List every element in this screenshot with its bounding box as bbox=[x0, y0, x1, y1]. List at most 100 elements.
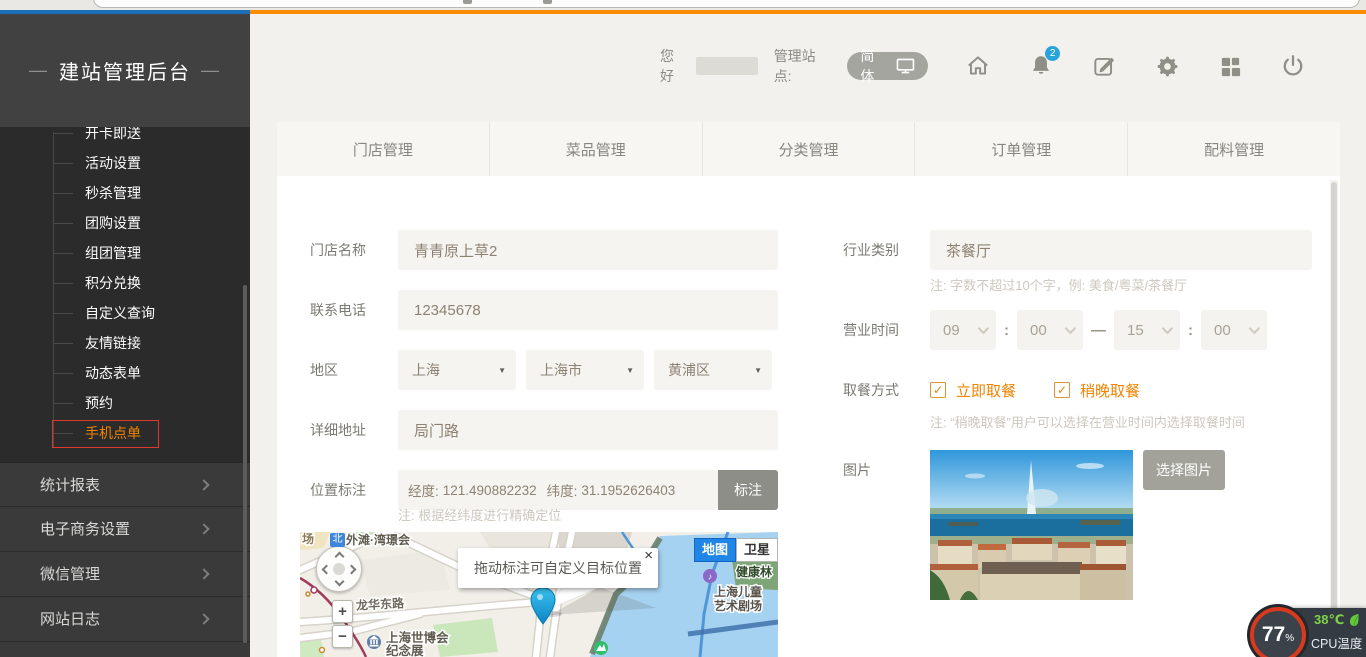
accent-line-orange bbox=[250, 10, 1366, 14]
tab-store-management[interactable]: 门店管理 bbox=[277, 122, 489, 176]
logout-button[interactable] bbox=[1280, 53, 1306, 79]
geo-label: 位置标注 bbox=[310, 470, 366, 510]
sidebar-item-seckill[interactable]: 秒杀管理 bbox=[0, 178, 250, 208]
svg-text:♪: ♪ bbox=[708, 572, 713, 582]
chevron-right-icon bbox=[198, 479, 209, 490]
pan-up-icon[interactable] bbox=[335, 552, 345, 562]
sidebar-section-wechat[interactable]: 微信管理 bbox=[0, 552, 250, 597]
compass-center-dot bbox=[333, 563, 345, 575]
pan-right-icon[interactable] bbox=[347, 565, 357, 575]
time-colon: : bbox=[1188, 322, 1193, 339]
module-tabbar: 门店管理 菜品管理 分类管理 订单管理 配料管理 bbox=[277, 122, 1340, 176]
store-photo bbox=[930, 450, 1133, 600]
sidebar-item-mobile-order[interactable]: 手机点单 bbox=[0, 418, 250, 448]
caret-down-icon: ▼ bbox=[754, 366, 762, 375]
map-label-corner: 场 bbox=[302, 532, 314, 546]
latitude-label: 纬度: bbox=[547, 480, 578, 500]
sidebar-item-groupbuy[interactable]: 团购设置 bbox=[0, 208, 250, 238]
district-select[interactable]: 黄浦区▼ bbox=[654, 350, 772, 390]
latitude-value: 31.1952626403 bbox=[581, 483, 675, 498]
city-select[interactable]: 上海市▼ bbox=[526, 350, 644, 390]
pickup-options-row: ✓ 立即取餐 ✓ 稍晚取餐 bbox=[930, 378, 1140, 402]
pickup-now-checkbox[interactable]: ✓ bbox=[930, 382, 946, 398]
tab-order-management[interactable]: 订单管理 bbox=[914, 122, 1127, 176]
close-icon[interactable]: × bbox=[644, 548, 653, 564]
chevron-down-icon bbox=[1249, 323, 1260, 334]
geo-input[interactable]: 经度: 121.490882232 纬度: 31.1952626403 bbox=[398, 470, 718, 510]
browser-address-bar[interactable] bbox=[93, 0, 1360, 8]
sidebar-item-dynamic-form[interactable]: 动态表单 bbox=[0, 358, 250, 388]
pickup-later-label: 稍晚取餐 bbox=[1080, 380, 1140, 401]
pan-left-icon[interactable] bbox=[322, 565, 332, 575]
phone-label: 联系电话 bbox=[310, 290, 366, 330]
sidebar-section-sitelog[interactable]: 网站日志 bbox=[0, 597, 250, 642]
caret-down-icon: ▼ bbox=[498, 366, 506, 375]
notification-badge: 2 bbox=[1045, 46, 1060, 61]
longitude-value: 121.490882232 bbox=[443, 483, 537, 498]
check-icon: ✓ bbox=[1057, 383, 1067, 397]
sidebar-item-group[interactable]: 组团管理 bbox=[0, 238, 250, 268]
map-zoom-out-button[interactable]: − bbox=[332, 625, 353, 648]
map-museum-icon bbox=[367, 635, 381, 649]
store-name-input[interactable]: 青青原上草2 bbox=[398, 230, 778, 270]
industry-input[interactable]: 茶餐厅 bbox=[930, 230, 1312, 270]
cpu-percent-unit: % bbox=[1285, 633, 1294, 644]
satellite-view-button[interactable]: 卫星 bbox=[736, 538, 778, 562]
map-view-button[interactable]: 地图 bbox=[694, 538, 736, 562]
sidebar-item-links[interactable]: 友情链接 bbox=[0, 328, 250, 358]
map-label-park: 健康林 bbox=[736, 564, 772, 579]
map-label-theater-1: 上海儿童 bbox=[714, 584, 762, 599]
caret-down-icon: ▼ bbox=[626, 366, 634, 375]
map-zoom-in-button[interactable]: + bbox=[332, 600, 353, 623]
end-hour-select[interactable]: 15 bbox=[1114, 310, 1180, 350]
tab-dish-management[interactable]: 菜品管理 bbox=[489, 122, 702, 176]
pan-down-icon[interactable] bbox=[335, 577, 345, 587]
edit-icon bbox=[1091, 53, 1117, 79]
content-scrollbar-thumb[interactable] bbox=[1331, 182, 1337, 654]
province-select[interactable]: 上海▼ bbox=[398, 350, 516, 390]
tab-category-management[interactable]: 分类管理 bbox=[702, 122, 915, 176]
sidebar: 开卡即送 活动设置 秒杀管理 团购设置 组团管理 积分兑换 自定义查询 友情链接… bbox=[0, 14, 250, 657]
tab-ingredient-management[interactable]: 配料管理 bbox=[1127, 122, 1340, 176]
pickup-now-label: 立即取餐 bbox=[956, 380, 1016, 401]
apps-button[interactable] bbox=[1217, 53, 1243, 79]
start-minute-select[interactable]: 00 bbox=[1017, 310, 1083, 350]
settings-button[interactable] bbox=[1154, 53, 1180, 79]
edit-button[interactable] bbox=[1091, 53, 1117, 79]
time-colon: : bbox=[1004, 322, 1009, 339]
sidebar-section-ecommerce[interactable]: 电子商务设置 bbox=[0, 507, 250, 552]
mark-location-button[interactable]: 标注 bbox=[718, 470, 778, 510]
browser-icon bbox=[543, 0, 552, 4]
sidebar-item-activity[interactable]: 活动设置 bbox=[0, 148, 250, 178]
title-dash: — bbox=[29, 60, 49, 81]
sidebar-scrollbar[interactable] bbox=[243, 285, 247, 643]
monitor-icon bbox=[896, 58, 915, 74]
cpu-usage-gauge[interactable]: 77 % bbox=[1250, 607, 1306, 657]
industry-label: 行业类别 bbox=[843, 230, 899, 270]
address-input[interactable]: 局门路 bbox=[398, 410, 778, 450]
sidebar-section-reports[interactable]: 统计报表 bbox=[0, 462, 250, 507]
map-compass-control[interactable] bbox=[316, 546, 362, 592]
grid-icon bbox=[1219, 55, 1242, 78]
location-map[interactable]: ♪ 外滩·湾璟会 场 龙华东路 上海世博会 纪念展 上海儿童 艺术剧场 健康林 … bbox=[300, 532, 778, 657]
start-hour-select[interactable]: 09 bbox=[930, 310, 996, 350]
cpu-temp-label: CPU温度 bbox=[1311, 633, 1362, 652]
sidebar-item-custom-query[interactable]: 自定义查询 bbox=[0, 298, 250, 328]
sidebar-item-points[interactable]: 积分兑换 bbox=[0, 268, 250, 298]
notifications-button[interactable]: 2 bbox=[1028, 53, 1054, 79]
sidebar-item-booking[interactable]: 预约 bbox=[0, 388, 250, 418]
language-switch-button[interactable]: 简体 bbox=[847, 52, 928, 80]
map-label-theater-2: 艺术剧场 bbox=[714, 598, 762, 613]
gear-icon bbox=[1155, 54, 1180, 79]
phone-input[interactable]: 12345678 bbox=[398, 290, 778, 330]
choose-image-button[interactable]: 选择图片 bbox=[1143, 450, 1225, 490]
pickup-later-checkbox[interactable]: ✓ bbox=[1054, 382, 1070, 398]
home-button[interactable] bbox=[965, 53, 991, 79]
business-hours-row: 09 : 00 — 15 : 00 bbox=[930, 310, 1267, 350]
north-indicator: 北 bbox=[330, 533, 345, 547]
manage-site-label: 管理站点: bbox=[774, 46, 834, 86]
end-minute-select[interactable]: 00 bbox=[1201, 310, 1267, 350]
chevron-down-icon bbox=[1065, 323, 1076, 334]
browser-chrome-strip bbox=[0, 0, 1366, 10]
pickup-label: 取餐方式 bbox=[843, 370, 899, 410]
